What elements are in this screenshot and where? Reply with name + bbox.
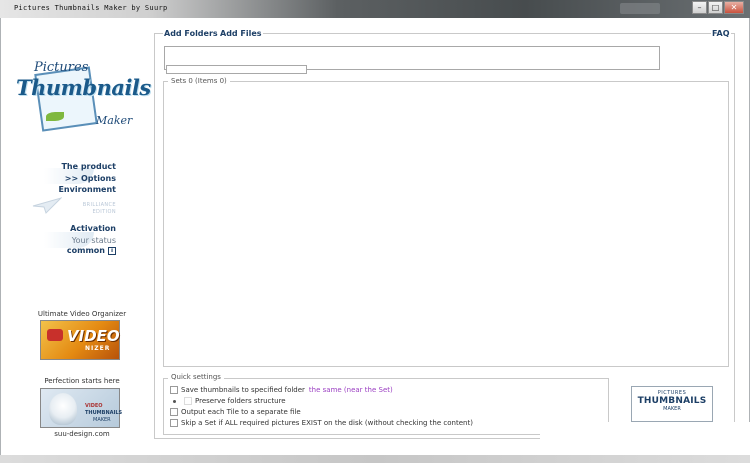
output-each-tile-option: Output each Tile to a separate file xyxy=(170,408,301,416)
edition-label-line2: EDITION xyxy=(92,209,116,215)
quick-settings-label: Quick settings xyxy=(168,373,224,381)
camera-icon xyxy=(47,329,63,341)
logo-text-pictures: Pictures xyxy=(34,60,89,75)
window-title: Pictures Thumbnails Maker by Suurp xyxy=(14,4,168,12)
skip-set-option: Skip a Set if ALL required pictures EXIS… xyxy=(170,419,473,427)
video-thumbnails-maker-banner[interactable]: VIDEO THUMBNAILS MAKER xyxy=(40,388,123,428)
leaf-icon xyxy=(46,112,64,121)
save-to-folder-label: Save thumbnails to specified folder xyxy=(181,386,305,394)
title-bar[interactable]: Pictures Thumbnails Maker by Suurp – □ ✕ xyxy=(0,0,750,18)
output-each-tile-label: Output each Tile to a separate file xyxy=(181,408,301,416)
progress-bar xyxy=(166,65,307,74)
preserve-structure-checkbox[interactable] xyxy=(184,397,192,405)
badge-text-maker: MAKER xyxy=(663,406,681,412)
videonizer-title: VIDEO xyxy=(67,327,120,345)
preserve-structure-option: Preserve folders structure xyxy=(170,397,286,405)
app-logo: Pictures Thumbnails Maker xyxy=(12,58,151,136)
window-controls: – □ ✕ xyxy=(692,1,744,14)
badge-overlay-mask xyxy=(540,422,750,455)
status-common-text: common xyxy=(66,246,105,255)
promo-video-organizer-label: Ultimate Video Organizer xyxy=(37,310,127,318)
same-folder-link[interactable]: the same (near the Set) xyxy=(309,386,393,394)
videonizer-subtitle: NIZER xyxy=(85,345,111,352)
pictures-thumbnails-maker-badge[interactable]: PICTURES THUMBNAILS MAKER xyxy=(631,386,713,422)
edition-label-line1: BRILLIANCE xyxy=(82,202,116,208)
sets-list[interactable] xyxy=(163,81,729,367)
title-bar-highlight xyxy=(620,3,660,14)
skip-set-checkbox[interactable] xyxy=(170,419,178,427)
logo-text-thumbnails: Thumbnails xyxy=(16,75,151,100)
taskbar-edge xyxy=(0,455,750,463)
banner-text-video: VIDEO xyxy=(85,403,103,409)
sidebar-nav: The product >> Options Environment BRILL… xyxy=(20,160,116,260)
skip-set-label: Skip a Set if ALL required pictures EXIS… xyxy=(181,419,473,427)
sets-count-label: Sets 0 (Items 0) xyxy=(168,77,230,85)
activation-status-label: Your status xyxy=(71,236,116,245)
info-icon[interactable]: i xyxy=(108,246,116,255)
banner-text-maker: MAKER xyxy=(93,417,111,423)
save-to-folder-option: Save thumbnails to specified folder the … xyxy=(170,386,393,394)
nav-item-activation[interactable]: Activation xyxy=(70,224,116,233)
banner-text-thumbnails: THUMBNAILS xyxy=(85,410,123,416)
close-button[interactable]: ✕ xyxy=(724,1,744,14)
nav-item-environment[interactable]: Environment xyxy=(58,185,116,194)
activation-status-value: common i xyxy=(67,246,116,255)
bullet-icon xyxy=(173,399,176,403)
add-files-link[interactable]: Add Files xyxy=(219,29,263,38)
website-link[interactable]: suu-design.com xyxy=(30,430,134,438)
nav-item-the-product[interactable]: The product xyxy=(61,162,116,171)
videonizer-banner[interactable]: VIDEO NIZER xyxy=(40,320,120,360)
maximize-button[interactable]: □ xyxy=(708,1,723,14)
output-each-tile-checkbox[interactable] xyxy=(170,408,178,416)
logo-text-maker: Maker xyxy=(96,114,133,127)
save-to-folder-checkbox[interactable] xyxy=(170,386,178,394)
faq-link[interactable]: FAQ xyxy=(711,29,731,38)
minimize-button[interactable]: – xyxy=(692,1,707,14)
preserve-structure-label: Preserve folders structure xyxy=(195,397,286,405)
promo-perfection-label: Perfection starts here xyxy=(44,377,120,385)
owl-icon xyxy=(49,393,77,425)
nav-item-options[interactable]: >> Options xyxy=(65,174,116,183)
add-folders-link[interactable]: Add Folders xyxy=(163,29,219,38)
badge-text-thumbnails: THUMBNAILS xyxy=(637,396,707,406)
